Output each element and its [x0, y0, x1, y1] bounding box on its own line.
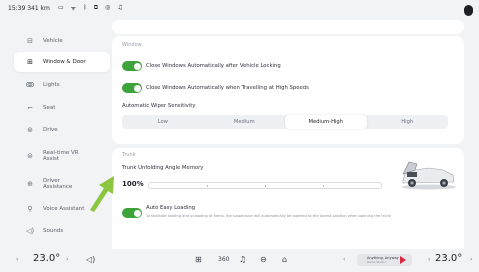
sidebar-item-lights[interactable]: ↂ Lights	[14, 75, 110, 95]
previous-card	[112, 20, 464, 34]
wiper-option-high[interactable]: High	[367, 115, 449, 129]
slider-tick	[207, 185, 208, 187]
media-previous-icon[interactable]: ‹	[343, 256, 345, 263]
slider-tick	[265, 185, 266, 187]
assist-icon: ⊕	[27, 180, 33, 188]
play-icon[interactable]	[400, 256, 406, 264]
sidebar-item-sounds[interactable]: ◁) Sounds	[14, 221, 110, 241]
sidebar-item-label: Real-time VR Assist	[43, 149, 79, 163]
status-bar: 15:39 341 km ▭ ᯤ ᛒ ⧉ ◎ ♫	[0, 0, 479, 22]
trunk-angle-label: Trunk Unfolding Angle Memory	[122, 165, 204, 171]
settings-main-panel: Window Close Windows Automatically after…	[112, 20, 467, 256]
media-subtitle: Radio Studio	[367, 260, 386, 264]
car-trunk-illustration	[402, 161, 456, 190]
sidebar-item-label: Driver Assistance	[43, 177, 73, 191]
window-card: Window Close Windows Automatically after…	[112, 36, 464, 144]
auto-easy-loading-label: Auto Easy Loading	[146, 205, 196, 211]
wiper-option-low[interactable]: Low	[122, 115, 204, 129]
temp-left-decrease-icon[interactable]: ‹	[16, 256, 18, 263]
steering-icon: ⊛	[27, 126, 33, 134]
settings-sidebar: ⊟ Vehicle ⊞ Window & Door ↂ Lights ⌐ Sea…	[14, 24, 110, 246]
close-windows-high-speed-label: Close Windows Automatically when Travell…	[146, 85, 309, 91]
temp-left-increase-icon[interactable]: ›	[66, 256, 68, 263]
bottom-bar: ‹ 23.0° › ◁) ⊞ 360 ♫ ⊖ ⌂ ‹ Anything, Any…	[0, 249, 479, 272]
temp-left-value[interactable]: 23.0°	[33, 253, 60, 264]
close-windows-after-locking-toggle[interactable]	[122, 61, 142, 71]
temp-right-decrease-icon[interactable]: ‹	[428, 256, 430, 263]
bluetooth-icon: ᛒ	[83, 4, 87, 11]
trunk-section-title: Trunk	[122, 152, 136, 158]
sidebar-item-real-time-vr[interactable]: ⊜ Real-time VR Assist	[14, 146, 110, 166]
slider-tick	[323, 185, 324, 187]
car-icon: ⊟	[27, 37, 33, 45]
auto-easy-loading-description: To facilitate loading and unloading of i…	[146, 214, 391, 218]
sidebar-item-label: Lights	[43, 81, 60, 88]
wiper-option-medium-high[interactable]: Medium-High	[285, 115, 367, 129]
location-icon: ◎	[105, 4, 111, 11]
status-time-range: 15:39 341 km	[8, 5, 50, 12]
battery-icon: ▭	[58, 4, 64, 11]
auto-easy-loading-toggle[interactable]	[122, 208, 142, 218]
home-icon[interactable]: ⌂	[282, 255, 287, 264]
music-icon[interactable]: ♫	[239, 255, 246, 264]
trunk-card: Trunk Trunk Unfolding Angle Memory 100% …	[112, 148, 464, 256]
highlight-arrow	[90, 176, 114, 212]
speaker-icon: ◁)	[25, 227, 35, 235]
window-section-title: Window	[122, 42, 142, 48]
wiper-sensitivity-label: Automatic Wiper Sensitivity	[122, 103, 196, 109]
sidebar-item-label: Vehicle	[43, 37, 63, 44]
sidebar-item-window-door[interactable]: ⊞ Window & Door	[14, 52, 110, 72]
sidebar-item-drive[interactable]: ⊛ Drive	[14, 120, 110, 140]
seat-icon: ⌐	[27, 104, 33, 112]
bell-icon: ♫	[117, 4, 123, 11]
wiper-option-medium[interactable]: Medium	[204, 115, 286, 129]
sidebar-item-label: Sounds	[43, 227, 64, 234]
media-player[interactable]: Anything, Anyway Radio Studio	[357, 254, 412, 266]
voice-icon: ⚲	[27, 205, 33, 213]
close-windows-high-speed-toggle[interactable]	[122, 83, 142, 93]
sidebar-item-vehicle[interactable]: ⊟ Vehicle	[14, 31, 110, 51]
temp-right-value[interactable]: 23.0°	[435, 253, 462, 264]
volume-icon[interactable]: ◁)	[86, 255, 95, 264]
sidebar-item-label: Voice Assistant	[43, 205, 85, 212]
sidebar-item-label: Window & Door	[43, 58, 86, 65]
sidebar-item-label: Seat	[43, 104, 56, 111]
close-windows-after-locking-label: Close Windows Automatically after Vehicl…	[146, 63, 281, 69]
display-icon: ⧉	[93, 4, 99, 11]
trunk-angle-value: 100%	[122, 180, 144, 188]
trunk-angle-slider[interactable]	[148, 182, 382, 189]
sidebar-item-seat[interactable]: ⌐ Seat	[14, 98, 110, 118]
wiper-sensitivity-selector: Low Medium Medium-High High	[122, 115, 448, 129]
sidebar-item-label: Drive	[43, 126, 58, 133]
door-icon: ⊞	[27, 58, 33, 66]
signal-icon: ᯤ	[70, 5, 77, 12]
apps-grid-icon[interactable]: ⊞	[195, 255, 202, 264]
vr-icon: ⊜	[27, 152, 33, 160]
light-icon: ↂ	[25, 81, 35, 89]
profile-icon[interactable]	[464, 5, 473, 16]
car-control-icon[interactable]: ⊖	[260, 255, 267, 264]
camera-360-icon[interactable]: 360	[218, 256, 229, 263]
temp-right-increase-icon[interactable]: ›	[470, 256, 472, 263]
